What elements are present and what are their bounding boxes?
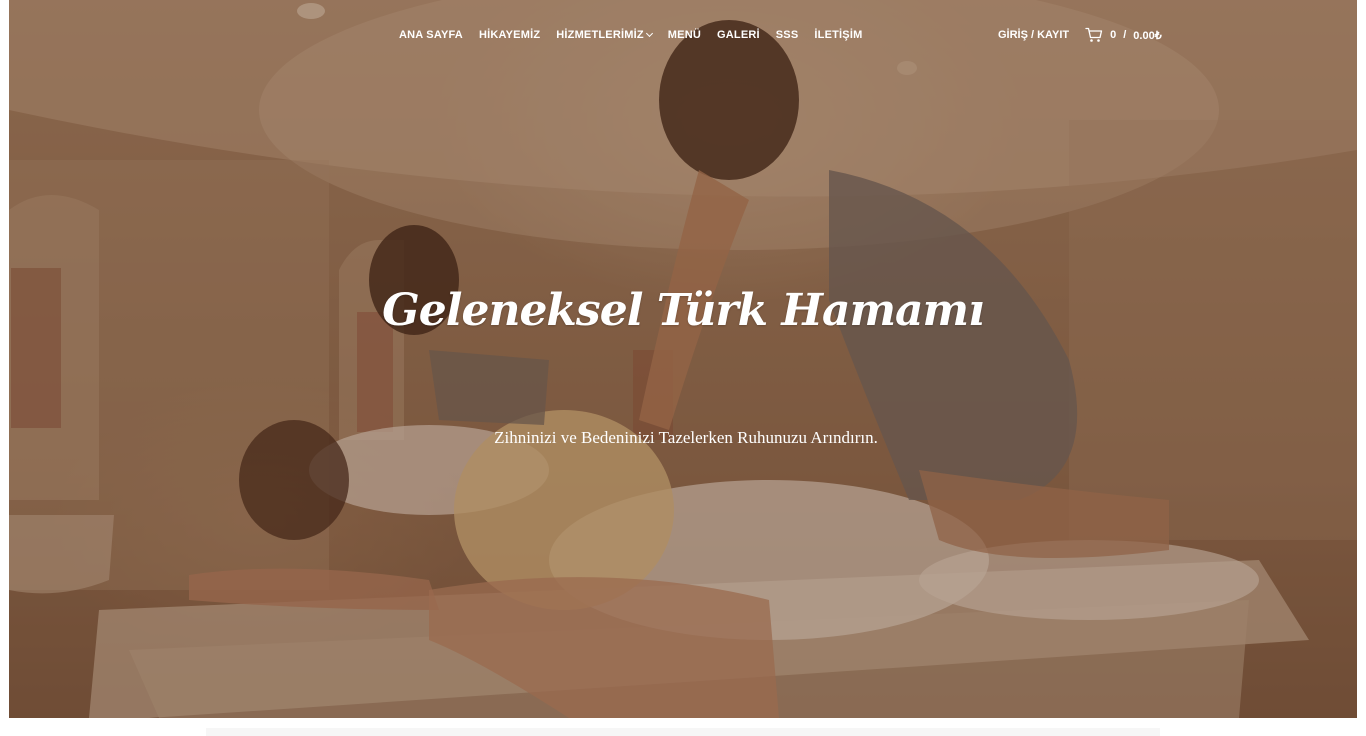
nav-item-gallery[interactable]: GALERİ [709,27,768,43]
cart-icon [1085,27,1103,42]
nav-item-contact[interactable]: İLETİŞİM [806,27,870,43]
cart-button[interactable]: 0 / 0.00₺ [1085,27,1162,43]
chevron-down-icon [645,29,653,38]
cart-count: 0 [1110,29,1117,41]
page: ANA SAYFA HİKAYEMİZ HİZMETLERİMİZ MENÜ G… [0,0,1366,736]
account-area: GİRİŞ / KAYIT 0 / 0.00₺ [998,27,1162,43]
nav-item-services[interactable]: HİZMETLERİMİZ [548,27,660,43]
nav-label: GALERİ [717,29,760,41]
nav-label: MENÜ [667,29,701,41]
nav-item-home[interactable]: ANA SAYFA [391,27,471,43]
hero-banner [9,0,1357,718]
nav-item-story[interactable]: HİKAYEMİZ [471,27,548,43]
hero-overlay [9,0,1357,718]
nav-label: HİZMETLERİMİZ [556,29,644,41]
nav-label: İLETİŞİM [814,29,863,41]
nav-item-menu[interactable]: MENÜ [660,27,709,43]
content-section-top [206,728,1160,736]
nav-item-faq[interactable]: SSS [768,27,807,43]
nav-label: HİKAYEMİZ [478,29,541,41]
main-navigation: ANA SAYFA HİKAYEMİZ HİZMETLERİMİZ MENÜ G… [391,27,870,43]
nav-label: ANA SAYFA [399,29,463,41]
nav-label: SSS [775,29,799,41]
cart-separator: / [1123,29,1127,41]
login-register-link[interactable]: GİRİŞ / KAYIT [998,27,1069,43]
hero-title: Geleneksel Türk Hamamı [382,285,985,336]
cart-total: 0.00₺ [1133,29,1162,42]
hero-subtitle: Zihninizi ve Bedeninizi Tazelerken Ruhun… [494,428,878,447]
